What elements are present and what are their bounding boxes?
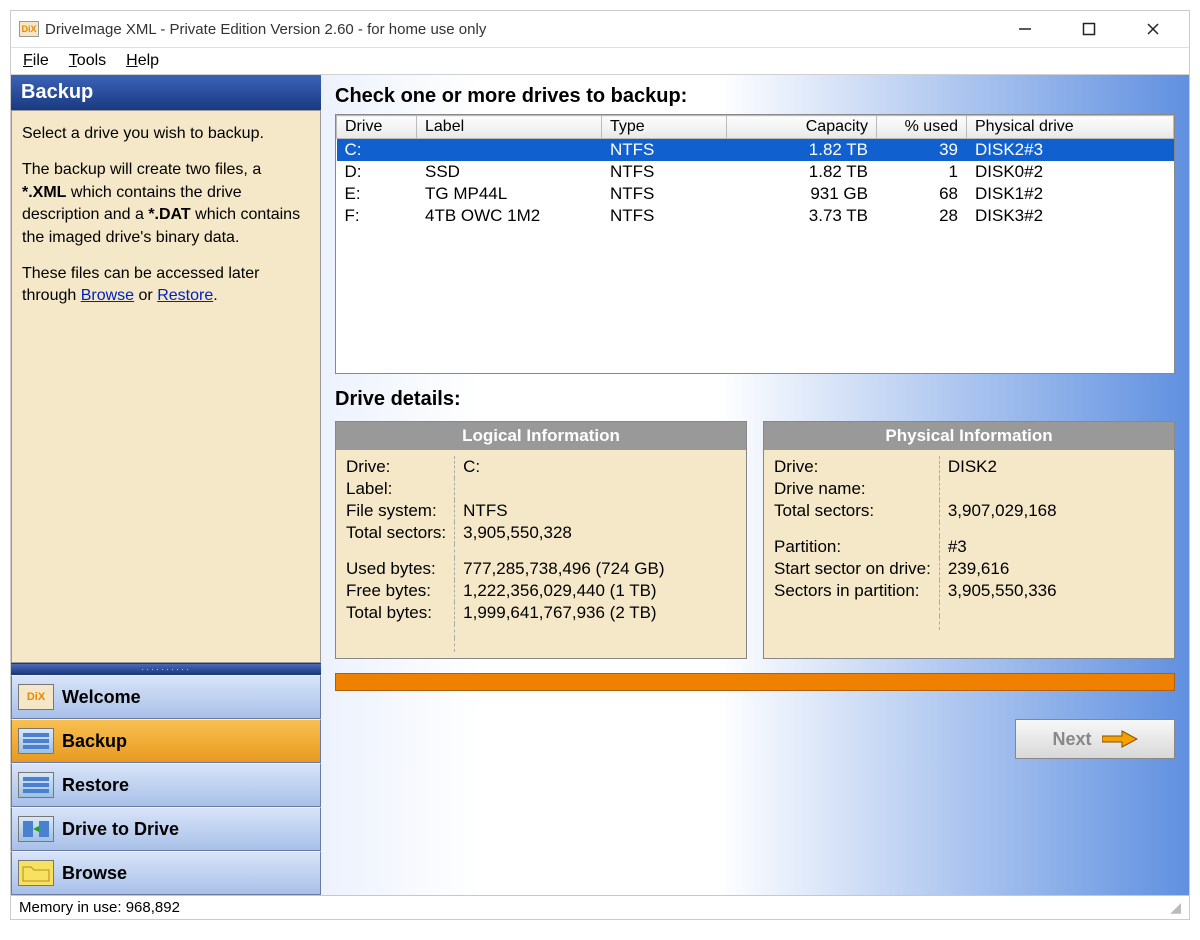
sidebar: Backup Select a drive you wish to backup… bbox=[11, 75, 321, 895]
body-area: Backup Select a drive you wish to backup… bbox=[11, 75, 1189, 895]
browse-link[interactable]: Browse bbox=[81, 287, 134, 304]
progress-bar bbox=[335, 673, 1175, 691]
col-type[interactable]: Type bbox=[602, 116, 727, 139]
logical-panel-title: Logical Information bbox=[336, 422, 746, 450]
menubar: File Tools Help bbox=[11, 47, 1189, 75]
nav-welcome[interactable]: DiX Welcome bbox=[11, 675, 321, 719]
physical-panel: Physical Information Drive:DISK2 Drive n… bbox=[763, 421, 1175, 659]
menu-tools[interactable]: Tools bbox=[69, 52, 106, 70]
col-capacity[interactable]: Capacity bbox=[727, 116, 877, 139]
nav-restore[interactable]: Restore bbox=[11, 763, 321, 807]
sidebar-description: Select a drive you wish to backup. The b… bbox=[11, 110, 321, 663]
maximize-button[interactable] bbox=[1069, 15, 1109, 43]
col-label[interactable]: Label bbox=[417, 116, 602, 139]
physical-panel-title: Physical Information bbox=[764, 422, 1174, 450]
statusbar-text: Memory in use: 968,892 bbox=[19, 899, 180, 916]
table-row[interactable]: E:TG MP44LNTFS931 GB68DISK1#2 bbox=[337, 183, 1174, 205]
nav-label: Backup bbox=[62, 731, 127, 752]
app-icon: DiX bbox=[19, 21, 39, 37]
sidebar-desc-p3: These files can be accessed later throug… bbox=[22, 263, 310, 308]
next-button[interactable]: Next bbox=[1015, 719, 1175, 759]
app-window: DiX DriveImage XML - Private Edition Ver… bbox=[10, 10, 1190, 920]
menu-help[interactable]: Help bbox=[126, 52, 159, 70]
sidebar-desc-p1: Select a drive you wish to backup. bbox=[22, 123, 310, 145]
nav-grip[interactable]: ·········· bbox=[11, 663, 321, 675]
logical-panel: Logical Information Drive:C: Label: File… bbox=[335, 421, 747, 659]
nav-label: Browse bbox=[62, 863, 127, 884]
details-heading: Drive details: bbox=[335, 388, 1175, 411]
resize-grip[interactable]: ◢ bbox=[1170, 899, 1181, 916]
next-label: Next bbox=[1052, 729, 1091, 750]
table-row[interactable]: D:SSDNTFS1.82 TB1DISK0#2 bbox=[337, 161, 1174, 183]
menu-file[interactable]: File bbox=[23, 52, 49, 70]
statusbar: Memory in use: 968,892 ◢ bbox=[11, 895, 1189, 919]
nav-drive-to-drive[interactable]: Drive to Drive bbox=[11, 807, 321, 851]
nav-label: Welcome bbox=[62, 687, 141, 708]
drive-to-drive-icon bbox=[18, 816, 54, 842]
sidebar-header: Backup bbox=[11, 75, 321, 110]
drive-table[interactable]: Drive Label Type Capacity % used Physica… bbox=[335, 114, 1175, 374]
dix-icon: DiX bbox=[18, 684, 54, 710]
minimize-button[interactable] bbox=[1005, 15, 1045, 43]
table-row[interactable]: F:4TB OWC 1M2NTFS3.73 TB28DISK3#2 bbox=[337, 205, 1174, 227]
sidebar-desc-p2: The backup will create two files, a *.XM… bbox=[22, 159, 310, 249]
nav-label: Drive to Drive bbox=[62, 819, 179, 840]
nav-list: DiX Welcome Backup Restore bbox=[11, 675, 321, 895]
table-row[interactable]: C:NTFS1.82 TB39DISK2#3 bbox=[337, 139, 1174, 162]
window-title: DriveImage XML - Private Edition Version… bbox=[45, 21, 1005, 38]
col-drive[interactable]: Drive bbox=[337, 116, 417, 139]
nav-label: Restore bbox=[62, 775, 129, 796]
col-used[interactable]: % used bbox=[877, 116, 967, 139]
titlebar: DiX DriveImage XML - Private Edition Ver… bbox=[11, 11, 1189, 47]
restore-link[interactable]: Restore bbox=[157, 287, 213, 304]
col-physical[interactable]: Physical drive bbox=[967, 116, 1174, 139]
close-button[interactable] bbox=[1133, 15, 1173, 43]
backup-icon bbox=[18, 728, 54, 754]
main-heading: Check one or more drives to backup: bbox=[335, 85, 1175, 108]
nav-backup[interactable]: Backup bbox=[11, 719, 321, 763]
nav-browse[interactable]: Browse bbox=[11, 851, 321, 895]
folder-icon bbox=[18, 860, 54, 886]
arrow-right-icon bbox=[1102, 729, 1138, 749]
main-panel: Check one or more drives to backup: Driv… bbox=[321, 75, 1189, 895]
restore-icon bbox=[18, 772, 54, 798]
